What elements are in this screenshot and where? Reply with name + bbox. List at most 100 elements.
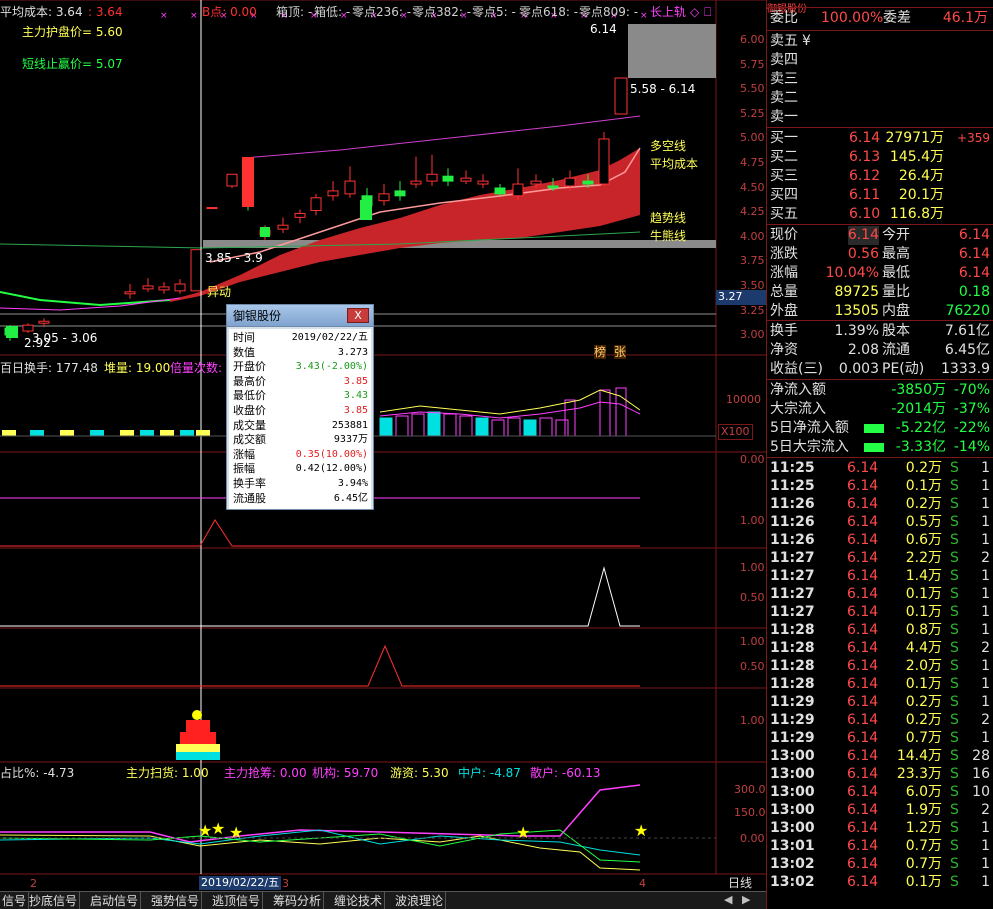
tick-row: 11:25 6.14 0.1万 S 1 (767, 477, 993, 495)
fund-label: 收益(三) (770, 361, 823, 377)
limit-up-badge: 张 (614, 345, 627, 359)
volume-bar (523, 419, 537, 437)
fund-label: 股本 (882, 323, 910, 339)
volume-bar (60, 430, 74, 436)
tick-row: 11:27 6.14 0.1万 S 1 (767, 603, 993, 621)
stat-label: 最低 (882, 265, 910, 281)
high-price-label: 6.14 (590, 22, 617, 36)
main-sweep-label: 主力扫货: 1.00 (126, 766, 209, 780)
bottom-tab[interactable]: 启动信号 (88, 892, 142, 909)
tick-volume: 1.9万 (905, 802, 942, 818)
tick-row: 11:27 6.14 1.4万 S 1 (767, 567, 993, 585)
tick-price: 6.14 (847, 568, 879, 584)
signal-marker: × (190, 11, 198, 21)
close-icon[interactable]: X (347, 308, 369, 323)
volume-bar (2, 430, 16, 436)
popup-row: 成交额 9337万 (229, 433, 371, 447)
stack-volume-label: 堆量: 19.00 (104, 361, 171, 375)
tick-count: 1 (981, 694, 990, 710)
sell-level-label: 卖五 (770, 33, 798, 49)
tick-row: 13:00 6.14 1.2万 S 1 (767, 819, 993, 837)
tick-price: 6.14 (847, 514, 879, 530)
hot-money-label: 游资: 5.30 (390, 766, 449, 780)
main-grab-label: 主力抢筹: 0.00 (224, 766, 307, 780)
tick-time: 13:00 (770, 766, 815, 782)
period-daily-label[interactable]: 日线 (728, 876, 752, 890)
bottom-tab[interactable]: 抄底信号 (27, 892, 81, 909)
tick-time: 11:28 (770, 640, 815, 656)
tick-price: 6.14 (847, 658, 879, 674)
popup-row: 涨幅 0.35(10.00%) (229, 448, 371, 462)
tick-volume: 0.8万 (905, 622, 942, 638)
volume-bar (427, 411, 441, 437)
candle-body (294, 212, 306, 218)
kline-info-popup[interactable]: 御银股份 X 时间 2019/02/22/五 数值 3.273 开盘价 3.43(-2.0… (226, 304, 374, 510)
fund-label: 换手 (770, 323, 798, 339)
tick-time: 11:25 (770, 460, 815, 476)
tick-side: S (950, 784, 959, 800)
stat-value: 89725 (834, 284, 879, 300)
quote-panel: 御银股份 委比 100.00% 委差 46.1万 卖五 ¥ 卖四 卖三 卖二 卖一 买一 6.… (766, 0, 993, 909)
tick-time: 11:29 (770, 712, 815, 728)
candle-body (598, 138, 610, 185)
tick-side: S (950, 604, 959, 620)
tick-side: S (950, 676, 959, 692)
tick-price: 6.14 (847, 640, 879, 656)
tick-count: 1 (981, 856, 990, 872)
capital-flow-row: 大宗流入 -2014万 -37% (767, 400, 993, 419)
tick-time: 13:00 (770, 748, 815, 764)
tick-row: 11:26 6.14 0.2万 S 1 (767, 495, 993, 513)
tick-count: 1 (981, 838, 990, 854)
quote-stat-row: 现价 6.14 今开 6.14 (767, 226, 993, 245)
bottom-tab[interactable]: 逃顶信号 (210, 892, 264, 909)
stat-label: 涨跌 (770, 246, 798, 262)
tick-price: 6.14 (847, 838, 879, 854)
popup-row-label: 收盘价 (233, 404, 266, 417)
tick-price: 6.14 (847, 748, 879, 764)
tick-row: 11:28 6.14 0.8万 S 1 (767, 621, 993, 639)
stat-value: 6.14 (847, 226, 879, 245)
signal-pyramid (186, 720, 210, 732)
tick-time: 11:25 (770, 478, 815, 494)
window-toggle-icon[interactable]: ⎕ (704, 5, 711, 19)
stat-label: 今开 (882, 227, 910, 243)
tick-count: 1 (981, 676, 990, 692)
tick-count: 1 (981, 604, 990, 620)
bottom-tab[interactable]: 信号 (0, 892, 30, 909)
bottom-tab[interactable]: 强势信号 (149, 892, 203, 909)
star-icon: ★ (229, 823, 243, 842)
multi-line-label: 多空线 (650, 139, 687, 153)
scroll-right-icon[interactable]: ▶ (742, 893, 750, 907)
tick-price: 6.14 (847, 604, 879, 620)
tick-price: 6.14 (847, 532, 879, 548)
flow-label: 净流入额 (770, 382, 826, 398)
bottom-tab[interactable]: 波浪理论 (393, 892, 447, 909)
tick-price: 6.14 (847, 550, 879, 566)
star-icon: ★ (634, 821, 648, 840)
tick-row: 13:00 6.14 6.0万 S 10 (767, 783, 993, 801)
buy-level-price: 6.12 (849, 168, 881, 184)
tick-volume: 23.3万 (896, 766, 942, 782)
wb-label: 委比 (770, 10, 798, 26)
candle-body (378, 193, 390, 202)
flow-axis-b: 150.0 (734, 806, 766, 819)
committee-ratio-row: 委比 100.00% 委差 46.1万 (767, 9, 993, 28)
popup-row-label: 成交额 (233, 433, 266, 447)
quote-stat-row: 涨幅 10.04% 最低 6.14 (767, 264, 993, 283)
stock-chart-area[interactable]: × × × × × × × × × × × × × × × × ×★★ ★ ★ ★ (0, 0, 766, 891)
green-candle (360, 200, 372, 220)
bottom-tab[interactable]: 筹码分析 (271, 892, 325, 909)
fund-value: 6.45亿 (944, 342, 990, 358)
popup-row-value: 0.42(12.00%) (295, 463, 368, 475)
bottom-tab[interactable]: 缠论技术 (332, 892, 386, 909)
scroll-left-icon[interactable]: ◀ (724, 893, 732, 907)
buy-level-volume: 26.4万 (898, 168, 944, 184)
tick-row: 13:02 6.14 0.7万 S 1 (767, 855, 993, 873)
tick-volume: 0.1万 (905, 874, 942, 890)
tick-volume: 0.7万 (905, 856, 942, 872)
buy-level-label: 买五 (770, 206, 798, 222)
tick-price: 6.14 (847, 622, 879, 638)
candle-body (426, 173, 438, 182)
flow-label: 5日大宗流入 (770, 439, 849, 455)
candle-body (477, 180, 489, 185)
